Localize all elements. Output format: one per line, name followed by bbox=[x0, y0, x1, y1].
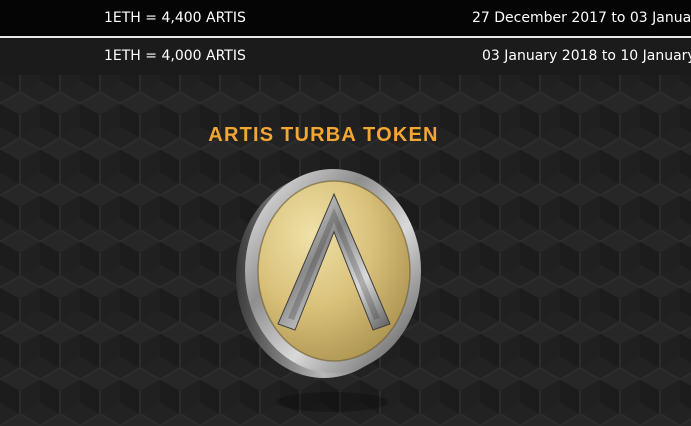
rate-period: 27 December 2017 to 03 January bbox=[472, 10, 691, 26]
rate-value: 1ETH = 4,400 ARTIS bbox=[104, 10, 246, 26]
rate-value: 1ETH = 4,000 ARTIS bbox=[104, 48, 246, 64]
ico-page: 1ETH = 4,400 ARTIS 27 December 2017 to 0… bbox=[0, 0, 691, 426]
token-title: ARTIS TURBA TOKEN bbox=[208, 124, 439, 146]
rate-period: 03 January 2018 to 10 January 2 bbox=[482, 48, 691, 64]
artis-coin-icon bbox=[236, 169, 421, 412]
rate-row-2: 1ETH = 4,000 ARTIS 03 January 2018 to 10… bbox=[0, 38, 691, 75]
rate-row-1: 1ETH = 4,400 ARTIS 27 December 2017 to 0… bbox=[0, 0, 691, 36]
